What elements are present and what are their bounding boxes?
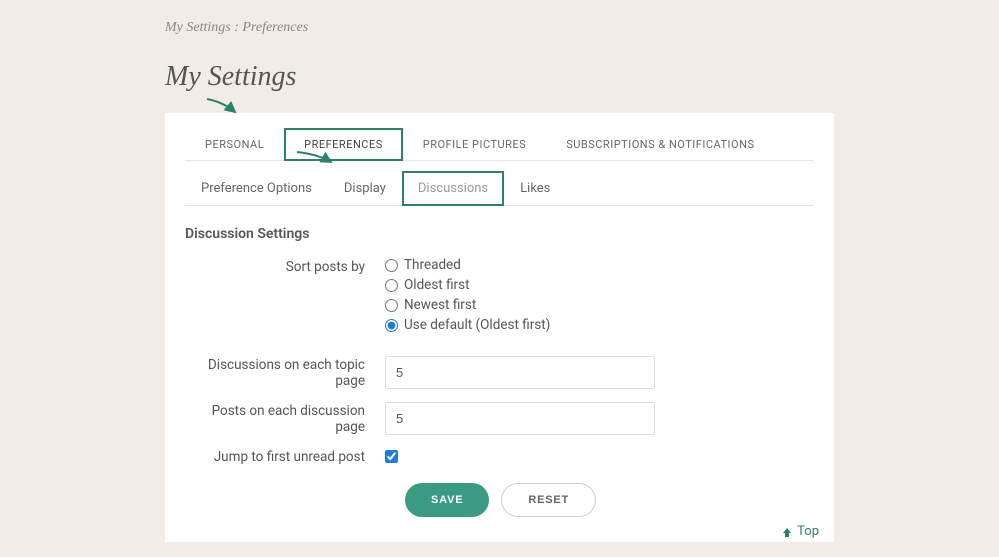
radio-oldest-first-input[interactable] (385, 279, 398, 292)
tab-personal[interactable]: PERSONAL (185, 128, 284, 161)
top-link-label: Top (797, 524, 819, 539)
subtab-discussions[interactable]: Discussions (402, 171, 504, 206)
sort-posts-label: Sort posts by (185, 257, 385, 275)
settings-panel: PERSONAL PREFERENCES PROFILE PICTURES SU… (165, 113, 834, 542)
jump-unread-checkbox[interactable] (385, 450, 398, 463)
breadcrumb: My Settings : Preferences (165, 20, 834, 36)
discussions-per-page-input[interactable] (385, 356, 655, 389)
page-title: My Settings (165, 61, 834, 93)
radio-threaded[interactable]: Threaded (385, 257, 655, 273)
reset-button[interactable]: RESET (501, 483, 596, 517)
subtab-display[interactable]: Display (328, 171, 402, 206)
primary-tabs: PERSONAL PREFERENCES PROFILE PICTURES SU… (185, 128, 814, 161)
tab-profile-pictures[interactable]: PROFILE PICTURES (403, 128, 546, 161)
jump-unread-label: Jump to first unread post (185, 447, 385, 465)
radio-newest-first[interactable]: Newest first (385, 297, 655, 313)
posts-per-page-label: Posts on each discussion page (185, 401, 385, 435)
sort-posts-radio-group: Threaded Oldest first Newest first Use d… (385, 257, 655, 333)
tab-preferences[interactable]: PREFERENCES (284, 128, 403, 161)
discussions-per-page-label: Discussions on each topic page (185, 355, 385, 389)
radio-threaded-input[interactable] (385, 259, 398, 272)
arrow-up-icon (781, 526, 793, 538)
radio-newest-first-label: Newest first (404, 297, 476, 313)
radio-use-default[interactable]: Use default (Oldest first) (385, 317, 655, 333)
radio-threaded-label: Threaded (404, 257, 461, 273)
radio-oldest-first-label: Oldest first (404, 277, 470, 293)
subtab-preference-options[interactable]: Preference Options (185, 171, 328, 206)
button-row: SAVE RESET (405, 483, 814, 517)
radio-oldest-first[interactable]: Oldest first (385, 277, 655, 293)
radio-use-default-input[interactable] (385, 319, 398, 332)
subtab-likes[interactable]: Likes (504, 171, 566, 206)
radio-newest-first-input[interactable] (385, 299, 398, 312)
section-heading: Discussion Settings (185, 226, 814, 242)
posts-per-page-input[interactable] (385, 402, 655, 435)
radio-use-default-label: Use default (Oldest first) (404, 317, 550, 333)
save-button[interactable]: SAVE (405, 483, 489, 517)
arrow-annotation-icon (205, 96, 241, 118)
back-to-top-link[interactable]: Top (781, 524, 819, 539)
secondary-tabs: Preference Options Display Discussions L… (185, 171, 814, 206)
tab-subscriptions-notifications[interactable]: SUBSCRIPTIONS & NOTIFICATIONS (546, 128, 774, 161)
